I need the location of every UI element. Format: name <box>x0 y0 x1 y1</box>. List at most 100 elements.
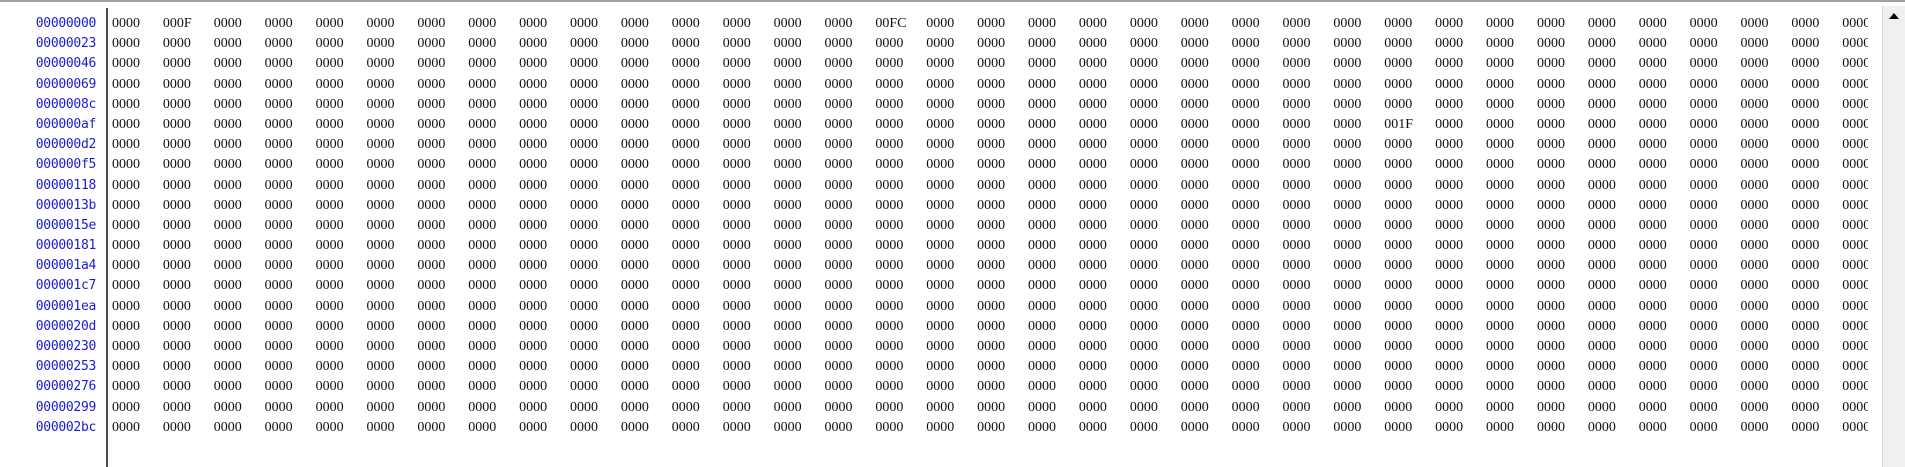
hex-word[interactable]: 0000 <box>1435 196 1486 216</box>
hex-word[interactable]: 0000 <box>112 155 163 175</box>
hex-word[interactable]: 0000 <box>672 337 723 357</box>
hex-word[interactable]: 0000 <box>723 95 774 115</box>
hex-word[interactable]: 0000 <box>672 95 723 115</box>
hex-word[interactable]: 0000 <box>977 357 1028 377</box>
hex-word[interactable]: 0000 <box>875 418 926 438</box>
hex-word[interactable]: 0000 <box>1690 276 1741 296</box>
hex-word[interactable]: 0000 <box>621 95 672 115</box>
hex-word[interactable]: 0000 <box>265 236 316 256</box>
hex-word[interactable]: 0000 <box>1232 135 1283 155</box>
hex-word[interactable]: 0000 <box>1435 135 1486 155</box>
hex-word[interactable]: 0000 <box>824 337 875 357</box>
hex-word[interactable]: 0000 <box>1384 236 1435 256</box>
hex-word[interactable]: 0000 <box>214 398 265 418</box>
hex-word[interactable]: 0000 <box>265 297 316 317</box>
hex-word[interactable]: 0000 <box>1537 337 1588 357</box>
hex-word[interactable]: 0000 <box>1537 34 1588 54</box>
hex-word[interactable]: 0000 <box>875 377 926 397</box>
hex-word[interactable]: 0000 <box>519 95 570 115</box>
hex-word[interactable]: 0000 <box>1181 216 1232 236</box>
hex-word[interactable]: 0000 <box>1079 418 1130 438</box>
hex-word[interactable]: 0000 <box>1791 276 1842 296</box>
hex-word[interactable]: 0000 <box>570 196 621 216</box>
hex-word[interactable]: 0000 <box>1181 115 1232 135</box>
hex-word[interactable]: 0000 <box>977 398 1028 418</box>
hex-word[interactable]: 0000 <box>214 54 265 74</box>
hex-word[interactable]: 0000 <box>824 75 875 95</box>
hex-word[interactable]: 0000 <box>926 155 977 175</box>
hex-word[interactable]: 0000 <box>519 377 570 397</box>
hex-word[interactable]: 0000 <box>1639 196 1690 216</box>
hex-word[interactable]: 0000 <box>977 75 1028 95</box>
hex-word[interactable]: 0000 <box>723 176 774 196</box>
hex-word[interactable]: 0000 <box>1537 398 1588 418</box>
hex-word[interactable]: 0000 <box>316 418 367 438</box>
hex-word[interactable]: 0000 <box>214 337 265 357</box>
hex-word[interactable]: 0000 <box>1130 418 1181 438</box>
hex-word[interactable]: 0000 <box>468 236 519 256</box>
hex-word[interactable]: 0000 <box>1079 176 1130 196</box>
hex-word[interactable]: 0000 <box>1333 216 1384 236</box>
hex-word[interactable]: 0000 <box>265 216 316 236</box>
hex-word[interactable]: 0000 <box>1791 398 1842 418</box>
hex-word[interactable]: 0000 <box>214 115 265 135</box>
hex-word[interactable]: 0000 <box>672 115 723 135</box>
hex-word[interactable]: 0000 <box>214 135 265 155</box>
hex-word[interactable]: 0000 <box>875 297 926 317</box>
hex-word[interactable]: 0000 <box>1842 14 1868 34</box>
hex-word[interactable]: 0000 <box>1842 34 1868 54</box>
hex-word[interactable]: 0000 <box>1232 398 1283 418</box>
hex-word[interactable]: 0000 <box>1333 297 1384 317</box>
hex-word[interactable]: 0000 <box>1181 276 1232 296</box>
hex-word[interactable]: 0000 <box>1791 337 1842 357</box>
hex-word[interactable]: 0000 <box>1384 418 1435 438</box>
hex-word[interactable]: 0000 <box>1690 398 1741 418</box>
hex-word[interactable]: 0000 <box>1537 75 1588 95</box>
hex-word[interactable]: 0000 <box>1791 54 1842 74</box>
hex-word[interactable]: 0000 <box>265 276 316 296</box>
hex-word[interactable]: 0000 <box>672 236 723 256</box>
hex-word[interactable]: 0000 <box>1435 54 1486 74</box>
hex-word[interactable]: 0000 <box>926 337 977 357</box>
hex-word[interactable]: 0000 <box>1741 95 1792 115</box>
hex-word[interactable]: 0000 <box>112 196 163 216</box>
hex-word[interactable]: 0000 <box>1741 317 1792 337</box>
hex-word[interactable]: 0000 <box>1741 418 1792 438</box>
hex-word[interactable]: 0000 <box>977 196 1028 216</box>
hex-word[interactable]: 0000 <box>519 398 570 418</box>
hex-word[interactable]: 0000 <box>519 256 570 276</box>
hex-word[interactable]: 0000 <box>265 14 316 34</box>
hex-word[interactable]: 0000 <box>926 297 977 317</box>
hex-word[interactable]: 0000 <box>621 14 672 34</box>
hex-word[interactable]: 0000 <box>1384 276 1435 296</box>
hex-word[interactable]: 0000 <box>824 236 875 256</box>
hex-word[interactable]: 0000 <box>468 337 519 357</box>
hex-word[interactable]: 0000 <box>723 75 774 95</box>
hex-word[interactable]: 0000 <box>366 418 417 438</box>
hex-word[interactable]: 0000 <box>1384 398 1435 418</box>
hex-word[interactable]: 0000 <box>570 317 621 337</box>
hex-word[interactable]: 0000 <box>977 95 1028 115</box>
hex-word[interactable]: 0000 <box>1333 95 1384 115</box>
hex-word[interactable]: 0000 <box>774 276 825 296</box>
hex-word[interactable]: 0000 <box>366 95 417 115</box>
hex-word[interactable]: 0000 <box>1741 297 1792 317</box>
hex-word[interactable]: 0000 <box>672 34 723 54</box>
hex-word[interactable]: 0000 <box>926 256 977 276</box>
hex-word[interactable]: 0000 <box>1486 236 1537 256</box>
hex-word[interactable]: 0000 <box>672 377 723 397</box>
hex-word[interactable]: 0000 <box>1384 34 1435 54</box>
hex-word[interactable]: 0000 <box>1282 54 1333 74</box>
hex-word[interactable]: 0000 <box>112 176 163 196</box>
hex-word[interactable]: 0000 <box>672 398 723 418</box>
hex-word[interactable]: 0000 <box>1791 14 1842 34</box>
hex-word[interactable]: 0000 <box>1079 256 1130 276</box>
hex-word[interactable]: 0000 <box>1232 196 1283 216</box>
hex-word[interactable]: 0000 <box>1791 196 1842 216</box>
hex-word[interactable]: 0000 <box>1741 115 1792 135</box>
hex-word[interactable]: 0000 <box>1079 54 1130 74</box>
hex-word[interactable]: 0000 <box>214 176 265 196</box>
hex-word[interactable]: 0000 <box>1384 75 1435 95</box>
hex-word[interactable]: 0000 <box>672 418 723 438</box>
hex-word[interactable]: 0000 <box>875 398 926 418</box>
